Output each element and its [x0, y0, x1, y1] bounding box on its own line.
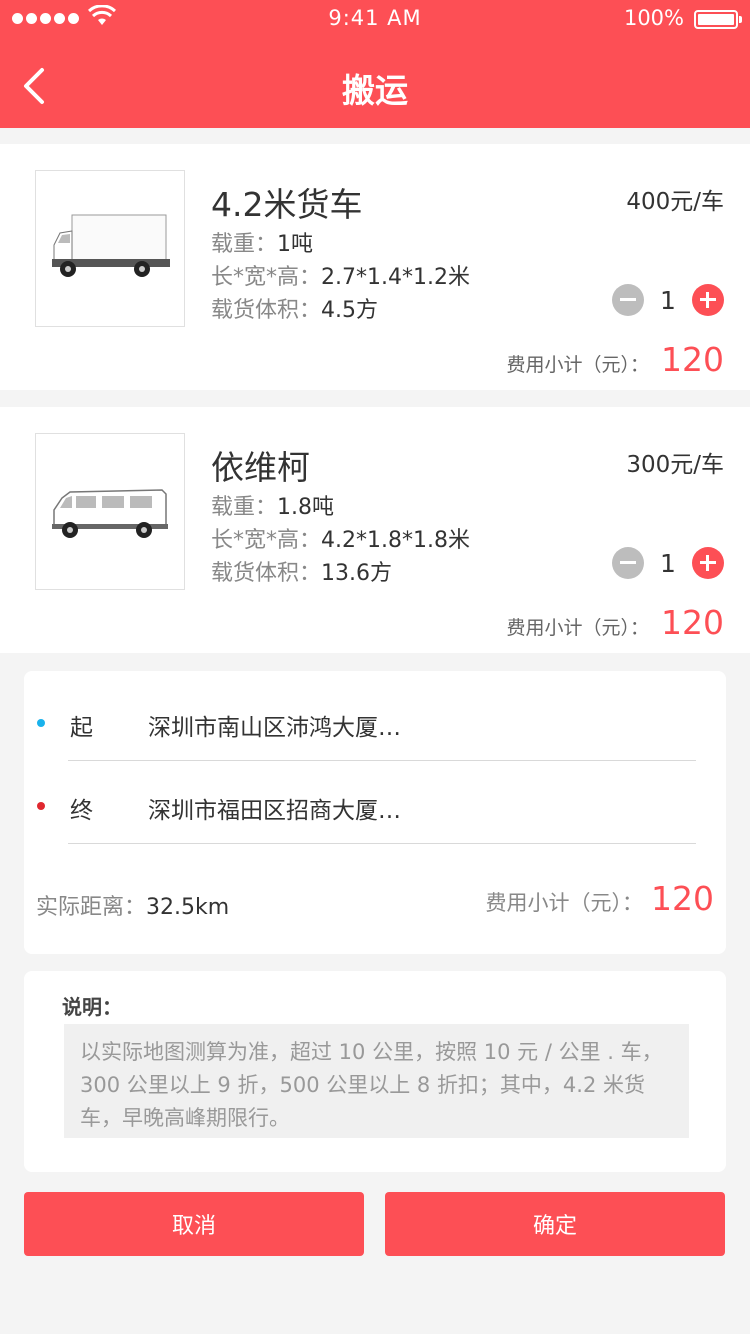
minus-button[interactable]: [612, 284, 644, 316]
vehicle-volume: 载货体积：4.5方: [211, 292, 378, 324]
end-dot-icon: [37, 802, 45, 810]
dimensions-label: 长*宽*高：: [211, 528, 322, 553]
subtotal-value: 120: [661, 340, 724, 379]
battery-percent: 100%: [623, 6, 684, 30]
vehicle-price: 300元/车: [626, 452, 724, 478]
quantity-stepper: 1: [612, 284, 724, 316]
vehicle-load: 载重：1.8吨: [211, 489, 334, 521]
divider: [68, 760, 696, 761]
truck-image: [35, 170, 185, 327]
end-address: 深圳市福田区招商大厦…: [148, 798, 401, 824]
vehicle-load: 载重：1吨: [211, 226, 313, 258]
app-header: 9:41 AM 100% 搬运: [0, 0, 750, 128]
minus-button[interactable]: [612, 547, 644, 579]
quantity-value: 1: [660, 548, 676, 578]
confirm-button[interactable]: 确定: [385, 1192, 725, 1256]
start-dot-icon: [37, 719, 45, 727]
vehicle-name: 4.2米货车: [211, 185, 363, 224]
van-image: [35, 433, 185, 590]
vehicle-card-truck: 4.2米货车 400元/车 载重：1吨 长*宽*高：2.7*1.4*1.2米 载…: [0, 144, 750, 390]
quantity-stepper: 1: [612, 547, 724, 579]
route-subtotal: 费用小计（元）： 120: [486, 879, 715, 918]
volume-label: 载货体积：: [211, 298, 322, 323]
cancel-button[interactable]: 取消: [24, 1192, 364, 1256]
volume-value: 4.5方: [321, 298, 379, 323]
vehicle-price: 400元/车: [626, 189, 724, 215]
distance: 实际距离：32.5km: [36, 889, 229, 921]
note-title: 说明：: [62, 995, 122, 1019]
subtotal-label: 费用小计（元）：: [506, 354, 649, 376]
vehicle-card-van: 依维柯 300元/车 载重：1.8吨 长*宽*高：4.2*1.8*1.8米 载货…: [0, 407, 750, 653]
volume-value: 13.6方: [321, 561, 393, 586]
start-address: 深圳市南山区沛鸿大厦…: [148, 715, 401, 741]
start-label: 起: [70, 715, 93, 741]
vehicle-dimensions: 长*宽*高：4.2*1.8*1.8米: [211, 522, 470, 554]
quantity-value: 1: [660, 285, 676, 315]
divider: [68, 843, 696, 844]
battery-icon: [694, 10, 742, 29]
plus-button[interactable]: [692, 547, 724, 579]
note-text: 以实际地图测算为准，超过 10 公里，按照 10 元 / 公里 . 车，300 …: [64, 1024, 689, 1138]
load-value: 1.8吨: [277, 495, 335, 520]
subtotal-label: 费用小计（元）：: [506, 617, 649, 639]
dimensions-label: 长*宽*高：: [211, 265, 322, 290]
load-value: 1吨: [277, 232, 314, 257]
route-subtotal-label: 费用小计（元）：: [485, 891, 644, 915]
vehicle-dimensions: 长*宽*高：2.7*1.4*1.2米: [211, 259, 470, 291]
page-title: 搬运: [342, 71, 408, 110]
load-label: 载重：: [211, 232, 278, 257]
vehicle-subtotal: 费用小计（元）： 120: [506, 340, 724, 379]
route-subtotal-value: 120: [651, 879, 714, 918]
start-location-row[interactable]: 起 深圳市南山区沛鸿大厦…: [24, 695, 726, 755]
distance-label: 实际距离：: [36, 895, 147, 920]
end-location-row[interactable]: 终 深圳市福田区招商大厦…: [24, 778, 726, 838]
load-label: 载重：: [211, 495, 278, 520]
status-bar: 9:41 AM 100%: [0, 0, 750, 40]
plus-button[interactable]: [692, 284, 724, 316]
note-panel: 说明： 以实际地图测算为准，超过 10 公里，按照 10 元 / 公里 . 车，…: [24, 971, 726, 1172]
volume-label: 载货体积：: [211, 561, 322, 586]
vehicle-name: 依维柯: [211, 448, 310, 487]
subtotal-value: 120: [661, 603, 724, 642]
dimensions-value: 2.7*1.4*1.2米: [321, 265, 470, 290]
vehicle-subtotal: 费用小计（元）： 120: [506, 603, 724, 642]
vehicle-volume: 载货体积：13.6方: [211, 555, 392, 587]
end-label: 终: [70, 798, 93, 824]
dimensions-value: 4.2*1.8*1.8米: [321, 528, 470, 553]
distance-value: 32.5km: [146, 895, 230, 920]
route-panel: 起 深圳市南山区沛鸿大厦… 终 深圳市福田区招商大厦… 实际距离：32.5km …: [24, 671, 726, 954]
